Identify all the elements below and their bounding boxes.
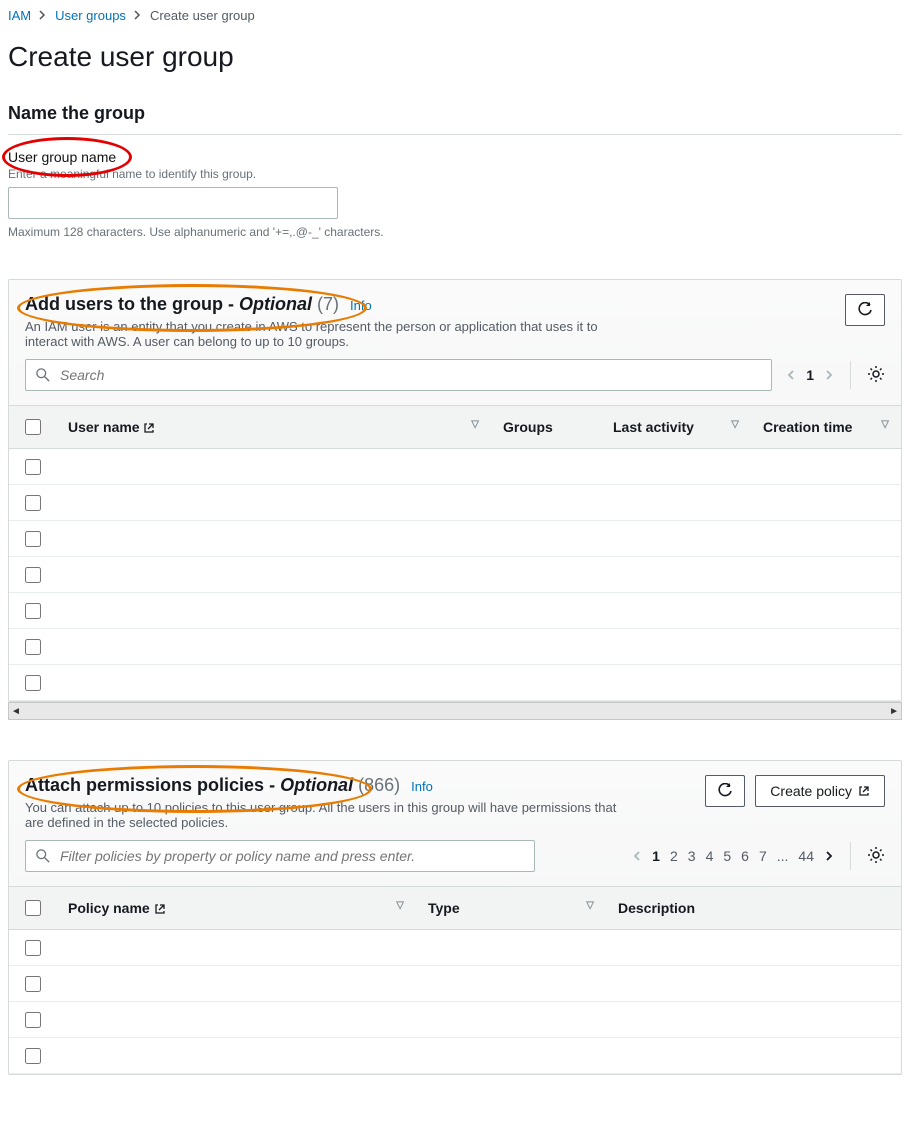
prev-page-icon[interactable] <box>786 367 796 383</box>
col-policy-name[interactable]: Policy name ▽ <box>56 887 416 930</box>
users-table: User name ▽ Groups Last activity▽ Creati… <box>9 405 901 701</box>
users-search[interactable] <box>25 359 772 391</box>
table-row[interactable] <box>9 1002 901 1038</box>
table-row[interactable] <box>9 966 901 1002</box>
group-name-label: User group name <box>8 149 902 165</box>
name-group-heading: Name the group <box>8 103 902 124</box>
policies-table: Policy name ▽ Type▽ Description <box>9 886 901 1074</box>
row-checkbox[interactable] <box>25 1012 41 1028</box>
page-link[interactable]: 4 <box>706 848 714 864</box>
horizontal-scrollbar[interactable]: ◄ ► <box>8 702 902 720</box>
select-all-users[interactable] <box>25 419 41 435</box>
page-link[interactable]: 6 <box>741 848 749 864</box>
row-checkbox[interactable] <box>25 940 41 956</box>
divider <box>8 134 902 135</box>
page-link[interactable]: 3 <box>688 848 696 864</box>
refresh-icon <box>717 783 733 799</box>
col-groups[interactable]: Groups <box>491 406 601 449</box>
row-checkbox[interactable] <box>25 567 41 583</box>
breadcrumb-current: Create user group <box>150 8 255 23</box>
refresh-icon <box>857 302 873 318</box>
row-checkbox[interactable] <box>25 459 41 475</box>
divider <box>850 842 851 870</box>
group-name-input[interactable] <box>8 187 338 219</box>
page-link[interactable]: 7 <box>759 848 767 864</box>
col-description[interactable]: Description <box>606 887 901 930</box>
page-link[interactable]: 2 <box>670 848 678 864</box>
table-row[interactable] <box>9 629 901 665</box>
group-name-help: Enter a meaningful name to identify this… <box>8 167 902 181</box>
refresh-button[interactable] <box>705 775 745 807</box>
page-link[interactable]: 44 <box>798 848 814 864</box>
col-type[interactable]: Type▽ <box>416 887 606 930</box>
settings-button[interactable] <box>867 365 885 386</box>
policies-pager: 1 2 3 4 5 6 7 ... 44 <box>549 842 885 870</box>
page-title: Create user group <box>8 41 902 73</box>
breadcrumb-iam[interactable]: IAM <box>8 8 31 23</box>
scroll-left-icon[interactable]: ◄ <box>11 706 21 717</box>
add-users-desc: An IAM user is an entity that you create… <box>25 319 625 349</box>
group-name-hint: Maximum 128 characters. Use alphanumeric… <box>8 225 902 239</box>
table-row[interactable] <box>9 593 901 629</box>
sort-icon: ▽ <box>471 419 479 430</box>
page-ellipsis: ... <box>777 848 789 864</box>
add-users-title: Add users to the group - Optional (7) <box>25 294 344 314</box>
search-icon <box>36 368 50 382</box>
redacted-content <box>56 930 901 966</box>
table-row[interactable] <box>9 1038 901 1074</box>
scroll-right-icon[interactable]: ► <box>889 706 899 717</box>
next-page-icon[interactable] <box>824 367 834 383</box>
row-checkbox[interactable] <box>25 495 41 511</box>
col-last-activity[interactable]: Last activity▽ <box>601 406 751 449</box>
page-link[interactable]: 5 <box>723 848 731 864</box>
chevron-right-icon <box>134 9 142 23</box>
attach-policies-desc: You can attach up to 10 policies to this… <box>25 800 625 830</box>
external-link-icon <box>858 785 870 797</box>
select-all-policies[interactable] <box>25 900 41 916</box>
row-checkbox[interactable] <box>25 976 41 992</box>
policies-search-input[interactable] <box>58 847 524 865</box>
info-link[interactable]: Info <box>350 298 372 313</box>
row-checkbox[interactable] <box>25 675 41 691</box>
table-row[interactable] <box>9 930 901 966</box>
info-link[interactable]: Info <box>411 779 433 794</box>
page-number: 1 <box>806 367 814 383</box>
table-row[interactable] <box>9 521 901 557</box>
divider <box>850 361 851 389</box>
external-link-icon <box>143 422 155 434</box>
search-icon <box>36 849 50 863</box>
settings-button[interactable] <box>867 846 885 867</box>
table-row[interactable] <box>9 665 901 701</box>
users-pager: 1 <box>786 361 885 389</box>
col-user-name[interactable]: User name ▽ <box>56 406 491 449</box>
external-link-icon <box>154 903 166 915</box>
table-row[interactable] <box>9 485 901 521</box>
page-link[interactable]: 1 <box>652 848 660 864</box>
attach-policies-title: Attach permissions policies - Optional (… <box>25 775 405 795</box>
policies-search[interactable] <box>25 840 535 872</box>
add-users-panel: Add users to the group - Optional (7) In… <box>8 279 902 702</box>
create-policy-button[interactable]: Create policy <box>755 775 885 807</box>
attach-policies-panel: Attach permissions policies - Optional (… <box>8 760 902 1075</box>
row-checkbox[interactable] <box>25 639 41 655</box>
gear-icon <box>867 846 885 864</box>
prev-page-icon[interactable] <box>632 848 642 864</box>
users-search-input[interactable] <box>58 366 761 384</box>
table-row[interactable] <box>9 557 901 593</box>
row-checkbox[interactable] <box>25 531 41 547</box>
breadcrumb: IAM User groups Create user group <box>8 0 902 31</box>
col-creation-time[interactable]: Creation time▽ <box>751 406 901 449</box>
chevron-right-icon <box>39 9 47 23</box>
table-row[interactable] <box>9 449 901 485</box>
gear-icon <box>867 365 885 383</box>
next-page-icon[interactable] <box>824 848 834 864</box>
refresh-button[interactable] <box>845 294 885 326</box>
breadcrumb-user-groups[interactable]: User groups <box>55 8 126 23</box>
redacted-content <box>56 449 901 485</box>
row-checkbox[interactable] <box>25 603 41 619</box>
row-checkbox[interactable] <box>25 1048 41 1064</box>
